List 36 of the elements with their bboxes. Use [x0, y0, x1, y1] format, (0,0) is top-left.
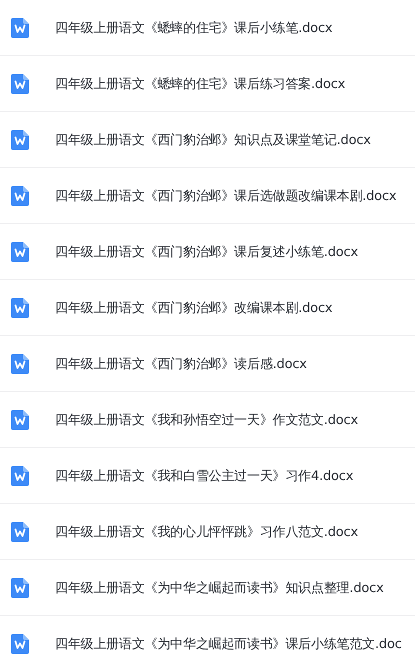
file-row[interactable]: 四年级上册语文《西门豹治邺》课后选做题改编课本剧.docx	[0, 168, 415, 224]
file-row[interactable]: 四年级上册语文《我的心儿怦怦跳》习作八范文.docx	[0, 504, 415, 560]
file-name: 四年级上册语文《西门豹治邺》知识点及课堂笔记.docx	[55, 132, 371, 148]
file-row[interactable]: 四年级上册语文《为中华之崛起而读书》知识点整理.docx	[0, 560, 415, 616]
word-document-icon	[10, 410, 30, 430]
word-document-icon	[10, 522, 30, 542]
file-name: 四年级上册语文《蟋蟀的住宅》课后小练笔.docx	[55, 20, 332, 36]
file-name: 四年级上册语文《西门豹治邺》课后复述小练笔.docx	[55, 244, 358, 260]
word-document-icon	[10, 130, 30, 150]
file-row[interactable]: 四年级上册语文《西门豹治邺》改编课本剧.docx	[0, 280, 415, 336]
file-row[interactable]: 四年级上册语文《我和白雪公主过一天》习作4.docx	[0, 448, 415, 504]
word-document-icon	[10, 634, 30, 654]
file-name: 四年级上册语文《为中华之崛起而读书》知识点整理.docx	[55, 580, 384, 596]
file-name: 四年级上册语文《西门豹治邺》课后选做题改编课本剧.docx	[55, 188, 396, 204]
file-row[interactable]: 四年级上册语文《西门豹治邺》知识点及课堂笔记.docx	[0, 112, 415, 168]
file-name: 四年级上册语文《为中华之崛起而读书》课后小练笔范文.doc	[55, 636, 402, 652]
word-document-icon	[10, 298, 30, 318]
file-row[interactable]: 四年级上册语文《我和孙悟空过一天》作文范文.docx	[0, 392, 415, 448]
word-document-icon	[10, 466, 30, 486]
file-row[interactable]: 四年级上册语文《西门豹治邺》课后复述小练笔.docx	[0, 224, 415, 280]
file-name: 四年级上册语文《西门豹治邺》改编课本剧.docx	[55, 300, 332, 316]
file-row[interactable]: 四年级上册语文《蟋蟀的住宅》课后练习答案.docx	[0, 56, 415, 112]
file-row[interactable]: 四年级上册语文《蟋蟀的住宅》课后小练笔.docx	[0, 0, 415, 56]
file-row[interactable]: 四年级上册语文《西门豹治邺》读后感.docx	[0, 336, 415, 392]
file-name: 四年级上册语文《我的心儿怦怦跳》习作八范文.docx	[55, 524, 358, 540]
word-document-icon	[10, 74, 30, 94]
word-document-icon	[10, 354, 30, 374]
word-document-icon	[10, 186, 30, 206]
file-name: 四年级上册语文《西门豹治邺》读后感.docx	[55, 356, 307, 372]
word-document-icon	[10, 578, 30, 598]
word-document-icon	[10, 18, 30, 38]
file-name: 四年级上册语文《我和白雪公主过一天》习作4.docx	[55, 468, 354, 484]
file-row[interactable]: 四年级上册语文《为中华之崛起而读书》课后小练笔范文.doc	[0, 616, 415, 664]
word-document-icon	[10, 242, 30, 262]
file-name: 四年级上册语文《我和孙悟空过一天》作文范文.docx	[55, 412, 358, 428]
file-name: 四年级上册语文《蟋蟀的住宅》课后练习答案.docx	[55, 76, 346, 92]
